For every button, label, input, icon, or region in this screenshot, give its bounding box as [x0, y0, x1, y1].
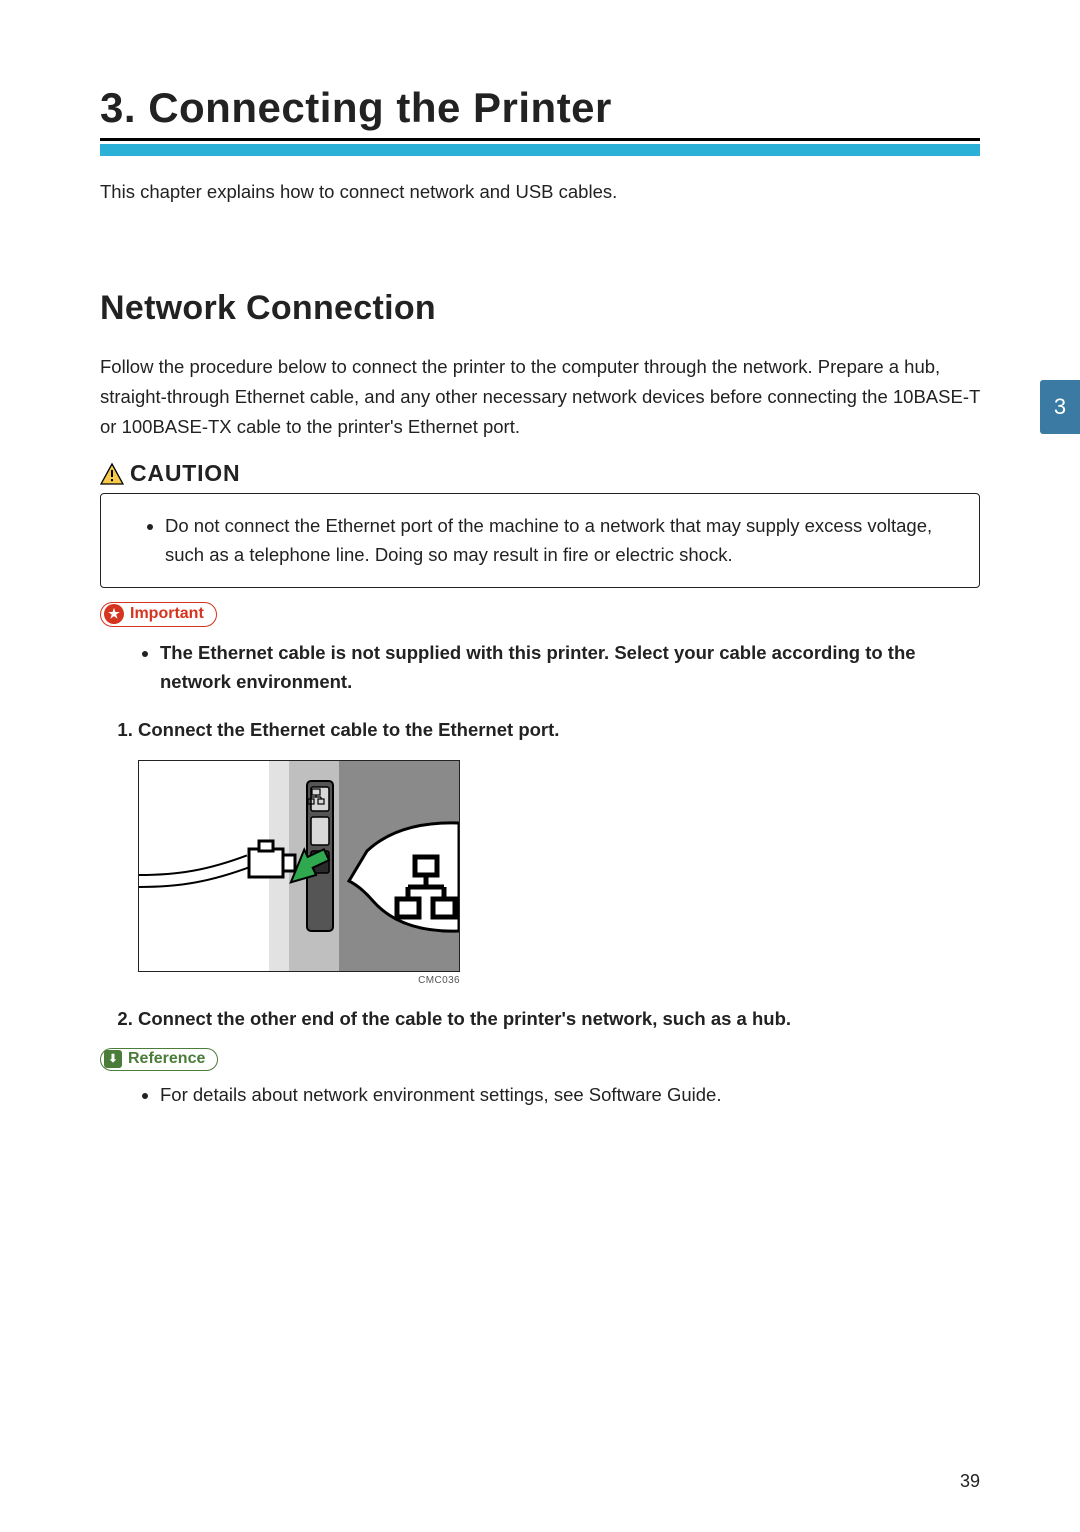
warning-triangle-icon — [100, 462, 124, 486]
page: 3. Connecting the Printer This chapter e… — [0, 0, 1080, 1532]
important-tag: ★ Important — [100, 602, 217, 627]
step-2: Connect the other end of the cable to th… — [138, 1004, 980, 1034]
reference-tag-text: Reference — [128, 1050, 205, 1068]
page-number: 39 — [960, 1471, 980, 1492]
caution-text: CAUTION — [130, 460, 240, 487]
caution-box: Do not connect the Ethernet port of the … — [100, 493, 980, 588]
step-1: Connect the Ethernet cable to the Ethern… — [138, 715, 980, 745]
figure-wrap: CMC036 — [138, 760, 980, 986]
reference-item: For details about network environment se… — [160, 1081, 980, 1110]
accent-bar — [100, 144, 980, 156]
caution-label: CAUTION — [100, 460, 980, 487]
steps-list: Connect the Ethernet cable to the Ethern… — [100, 715, 980, 745]
caution-item: Do not connect the Ethernet port of the … — [165, 512, 957, 569]
star-icon: ★ — [104, 604, 124, 624]
title-underline — [100, 138, 980, 141]
chapter-tab: 3 — [1040, 380, 1080, 434]
ethernet-connection-illustration — [138, 760, 460, 972]
figure-caption: CMC036 — [138, 975, 460, 986]
important-item: The Ethernet cable is not supplied with … — [160, 639, 980, 696]
reference-tag: ⬇ Reference — [100, 1048, 218, 1071]
section-intro: Follow the procedure below to connect th… — [100, 352, 980, 442]
steps-list-continued: Connect the other end of the cable to th… — [100, 1004, 980, 1034]
important-tag-text: Important — [130, 605, 204, 623]
chapter-intro: This chapter explains how to connect net… — [100, 178, 980, 207]
section-title: Network Connection — [100, 289, 980, 328]
chapter-title: 3. Connecting the Printer — [100, 84, 980, 132]
reference-icon: ⬇ — [104, 1050, 122, 1068]
